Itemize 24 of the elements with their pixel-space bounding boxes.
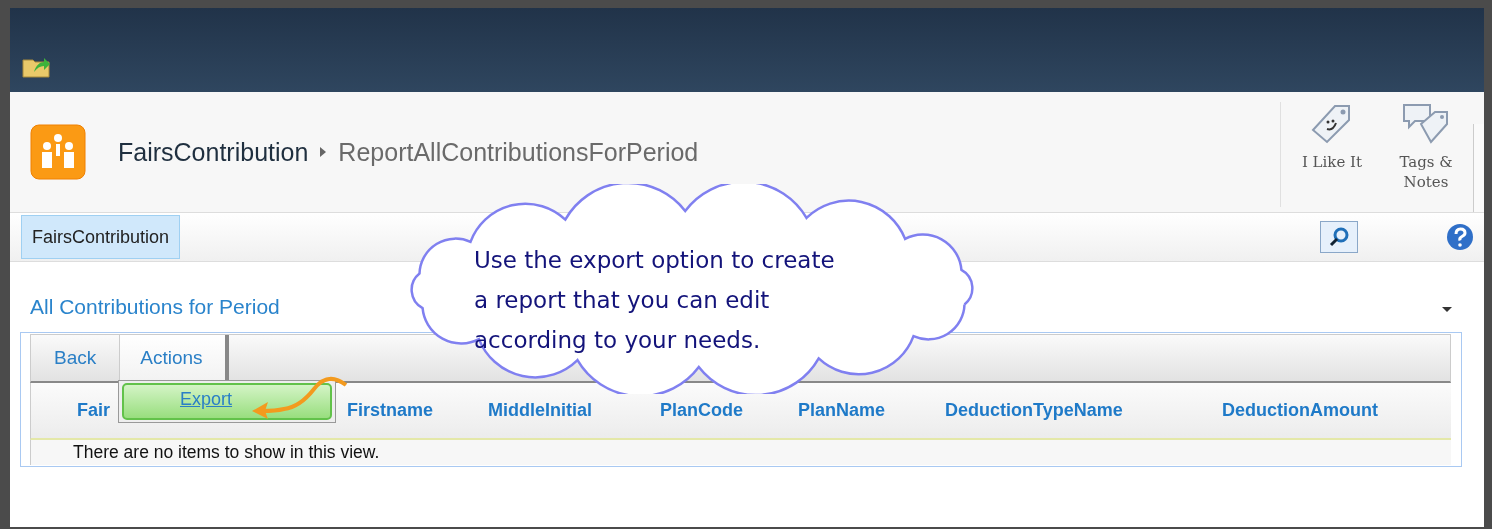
like-button[interactable]: I Like It <box>1295 102 1369 207</box>
page-title: ReportAllContributionsForPeriod <box>338 137 699 167</box>
nav-tab[interactable]: FairsContribution <box>21 215 181 259</box>
help-icon[interactable] <box>1446 223 1474 251</box>
column-header[interactable]: Firstname <box>347 400 434 421</box>
column-header[interactable]: DeductionTypeName <box>945 400 1123 421</box>
column-header[interactable]: PlanCode <box>660 400 743 421</box>
tags-notes-button[interactable]: Tags & Notes <box>1389 102 1463 207</box>
view-title: All Contributions for Period <box>30 295 280 319</box>
column-header[interactable]: DeductionAmount <box>1222 400 1378 421</box>
speech-tag-icon <box>1401 102 1451 146</box>
site-title-link[interactable]: FairsContribution <box>118 137 309 167</box>
team-site-logo <box>30 124 86 180</box>
search-button[interactable] <box>1320 221 1358 253</box>
search-icon <box>1328 226 1350 248</box>
export-menu-item[interactable]: Export <box>122 383 332 420</box>
breadcrumb-arrow-icon <box>320 147 327 157</box>
column-header[interactable]: Fair <box>77 400 110 421</box>
empty-message: There are no items to show in this view. <box>30 440 1451 465</box>
toolbar-tab[interactable]: Actions <box>120 335 229 381</box>
callout-text: Use the export option to create a report that you can edit according to your needs. <box>474 246 835 355</box>
column-header[interactable]: PlanName <box>798 400 886 421</box>
column-header[interactable]: MiddleInitial <box>488 400 592 421</box>
dropdown-caret-icon[interactable] <box>1442 306 1452 312</box>
